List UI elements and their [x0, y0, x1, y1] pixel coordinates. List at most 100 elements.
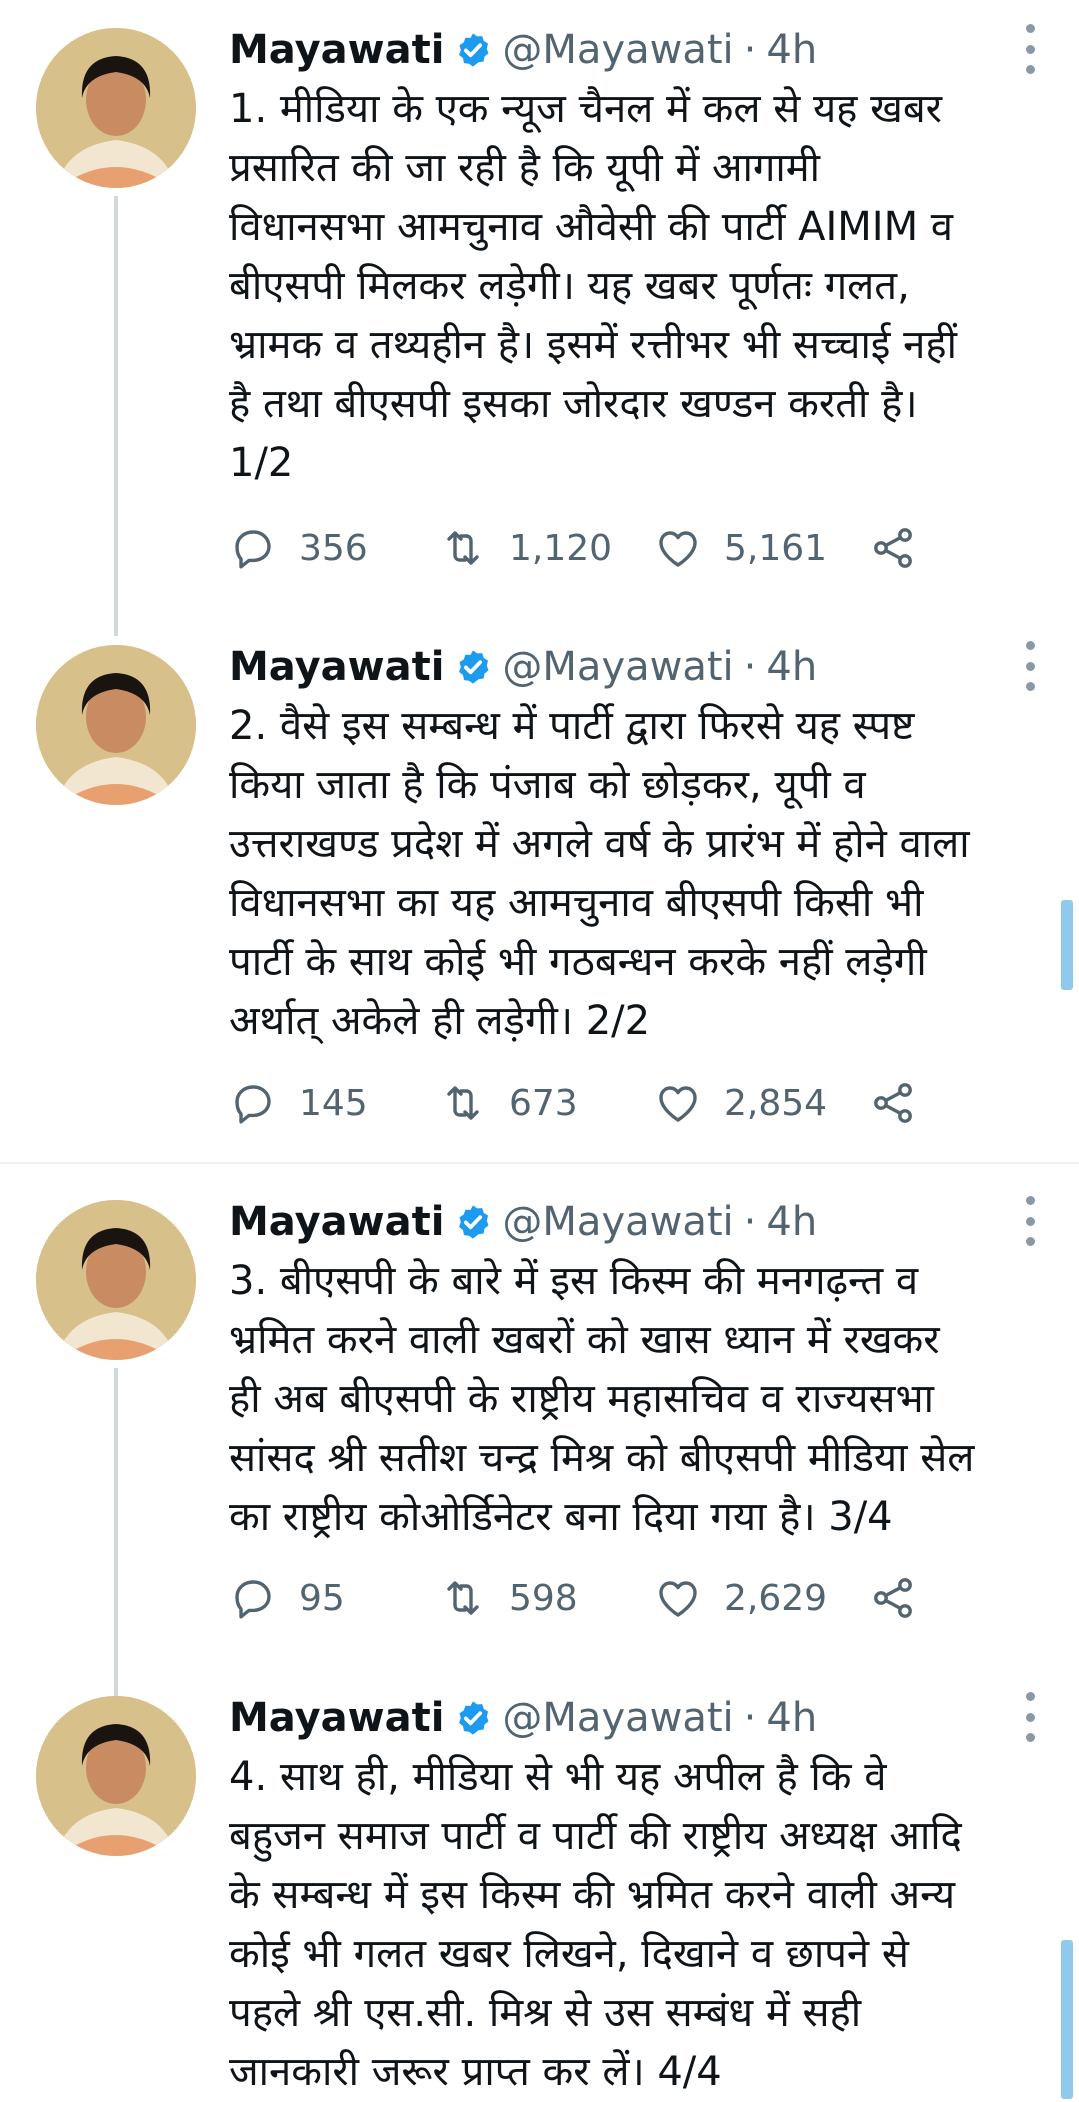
author-name[interactable]: Mayawati [229, 27, 444, 73]
tweet-3[interactable]: Mayawati @Mayawati · 4h 3. बीएसपी के बार… [0, 1172, 1079, 1698]
reply-count: 356 [299, 527, 368, 569]
tweet-text-line: का राष्ट्रीय कोओर्डिनेटर बना दिया गया है… [229, 1494, 893, 1540]
tweet-text: 1. मीडिया के एक न्यूज चैनल में कल से यह … [229, 80, 1049, 493]
author-handle[interactable]: @Mayawati [502, 27, 733, 73]
reply-button[interactable]: 95 [229, 1568, 345, 1628]
reply-button[interactable]: 356 [229, 518, 368, 578]
tweet-actions: 356 1,120 5,161 [229, 518, 929, 578]
tweet-text: 2. वैसे इस सम्बन्ध में पार्टी द्वारा फिर… [229, 697, 1049, 1051]
scrollbar-thumb[interactable] [1061, 900, 1073, 990]
tweet-text-line: ही अब बीएसपी के राष्ट्रीय महासचिव व राज्… [229, 1376, 934, 1422]
tweet-1[interactable]: Mayawati @Mayawati · 4h 1. मीडिया के एक … [0, 0, 1079, 636]
more-options-icon[interactable] [1015, 641, 1045, 691]
thread-line [114, 196, 118, 636]
tweet-text-line: भ्रमित करने वाली खबरों को खास ध्यान में … [229, 1317, 940, 1363]
tweet-text-line: बीएसपी मिलकर लड़ेगी। यह खबर पूर्णतः गलत, [229, 263, 910, 309]
reply-button[interactable]: 145 [229, 1073, 368, 1133]
retweet-count: 673 [509, 1082, 578, 1124]
avatar[interactable] [36, 28, 196, 188]
tweet-4[interactable]: Mayawati @Mayawati · 4h 4. साथ ही, मीडिय… [0, 1668, 1079, 2099]
author-name[interactable]: Mayawati [229, 644, 444, 690]
timestamp[interactable]: 4h [766, 27, 817, 73]
retweet-count: 598 [509, 1577, 578, 1619]
avatar-image [36, 645, 196, 805]
share-icon [874, 528, 912, 568]
reply-count: 95 [299, 1577, 345, 1619]
timestamp[interactable]: 4h [766, 1695, 817, 1741]
tweet-text-line: पहले श्री एस.सी. मिश्र से उस सम्बंध में … [229, 1990, 862, 2036]
avatar-image [36, 1200, 196, 1360]
tweet-text-line: सांसद श्री सतीश चन्द्र मिश्र को बीएसपी म… [229, 1435, 975, 1481]
author-handle[interactable]: @Mayawati [502, 1695, 733, 1741]
tweet-text-line: 2. वैसे इस सम्बन्ध में पार्टी द्वारा फिर… [229, 703, 915, 749]
author-handle[interactable]: @Mayawati [502, 1199, 733, 1245]
retweet-button[interactable]: 1,120 [439, 518, 612, 578]
avatar-image [36, 28, 196, 188]
reply-icon [235, 1580, 271, 1619]
separator-dot: · [743, 27, 757, 73]
tweet-header: Mayawati @Mayawati · 4h [229, 20, 1029, 80]
tweet-text-line: के सम्बन्ध में इस किस्म की भ्रमित करने व… [229, 1872, 956, 1918]
tweet-actions: 145 673 2,854 [229, 1073, 929, 1133]
separator-dot: · [743, 1199, 757, 1245]
tweet-header: Mayawati @Mayawati · 4h [229, 637, 1029, 697]
tweet-text-line: 3. बीएसपी के बारे में इस किस्म की मनगढ़न… [229, 1258, 919, 1304]
share-icon [874, 1083, 912, 1123]
tweet-text-line: भ्रामक व तथ्यहीन है। इसमें रत्तीभर भी सच… [229, 322, 957, 368]
like-button[interactable]: 2,854 [654, 1073, 827, 1133]
tweet-text-line: विधानसभा आमचुनाव औवेसी की पार्टी AIMIM व [229, 204, 954, 250]
like-count: 2,629 [724, 1577, 828, 1619]
separator-dot: · [743, 644, 757, 690]
heart-icon [659, 531, 697, 567]
tweet-text-line: जानकारी जरूर प्राप्त कर लें। 4/4 [229, 2049, 722, 2095]
like-count: 2,854 [724, 1082, 828, 1124]
retweet-button[interactable]: 598 [439, 1568, 578, 1628]
heart-icon [659, 1086, 697, 1122]
reply-icon [235, 530, 271, 569]
like-button[interactable]: 2,629 [654, 1568, 827, 1628]
tweet-text: 4. साथ ही, मीडिया से भी यह अपील है कि वे… [229, 1748, 1049, 2102]
verified-badge-icon [459, 33, 489, 67]
author-name[interactable]: Mayawati [229, 1695, 444, 1741]
tweet-header: Mayawati @Mayawati · 4h [229, 1688, 1029, 1748]
more-options-icon[interactable] [1015, 1692, 1045, 1742]
author-handle[interactable]: @Mayawati [502, 644, 733, 690]
tweet-text: 3. बीएसपी के बारे में इस किस्म की मनगढ़न… [229, 1252, 1049, 1547]
avatar[interactable] [36, 645, 196, 805]
share-button[interactable] [869, 1073, 939, 1133]
tweet-text-line: पार्टी के साथ कोई भी गठबन्धन करके नहीं ल… [229, 939, 927, 985]
share-button[interactable] [869, 518, 939, 578]
tweet-text-line: 4. साथ ही, मीडिया से भी यह अपील है कि वे [229, 1754, 887, 1800]
tweet-text-line: किया जाता है कि पंजाब को छोड़कर, यूपी व [229, 762, 866, 808]
tweet-actions: 95 598 2,629 [229, 1568, 929, 1628]
more-options-icon[interactable] [1015, 24, 1045, 74]
verified-badge-icon [459, 1701, 489, 1735]
more-options-icon[interactable] [1015, 1196, 1045, 1246]
like-button[interactable]: 5,161 [654, 518, 827, 578]
share-button[interactable] [869, 1568, 939, 1628]
avatar[interactable] [36, 1696, 196, 1856]
verified-badge-icon [459, 650, 489, 684]
verified-badge-icon [459, 1205, 489, 1239]
scrollbar-thumb-lower[interactable] [1061, 1940, 1073, 2099]
tweet-2[interactable]: Mayawati @Mayawati · 4h 2. वैसे इस सम्बन… [0, 617, 1079, 1157]
tweet-text-line: अर्थात् अकेले ही लड़ेगी। 2/2 [229, 998, 651, 1044]
tweet-text-line: प्रसारित की जा रही है कि यूपी में आगामी [229, 145, 821, 191]
author-name[interactable]: Mayawati [229, 1199, 444, 1245]
tweet-text-line: बहुजन समाज पार्टी व पार्टी की राष्ट्रीय … [229, 1813, 962, 1859]
timestamp[interactable]: 4h [766, 644, 817, 690]
share-icon [874, 1578, 912, 1618]
retweet-icon [447, 1086, 479, 1120]
avatar-image [36, 1696, 196, 1856]
separator-dot: · [743, 1695, 757, 1741]
heart-icon [659, 1581, 697, 1617]
tweet-text-line: कोई भी गलत खबर लिखने, दिखाने व छापने से [229, 1931, 909, 1977]
reply-count: 145 [299, 1082, 368, 1124]
tweet-text-line: है तथा बीएसपी इसका जोरदार खण्डन करती है। [229, 381, 918, 427]
retweet-icon [447, 531, 479, 565]
retweet-button[interactable]: 673 [439, 1073, 578, 1133]
timestamp[interactable]: 4h [766, 1199, 817, 1245]
avatar[interactable] [36, 1200, 196, 1360]
tweet-text-line: विधानसभा का यह आमचुनाव बीएसपी किसी भी [229, 880, 924, 926]
reply-icon [235, 1085, 271, 1124]
